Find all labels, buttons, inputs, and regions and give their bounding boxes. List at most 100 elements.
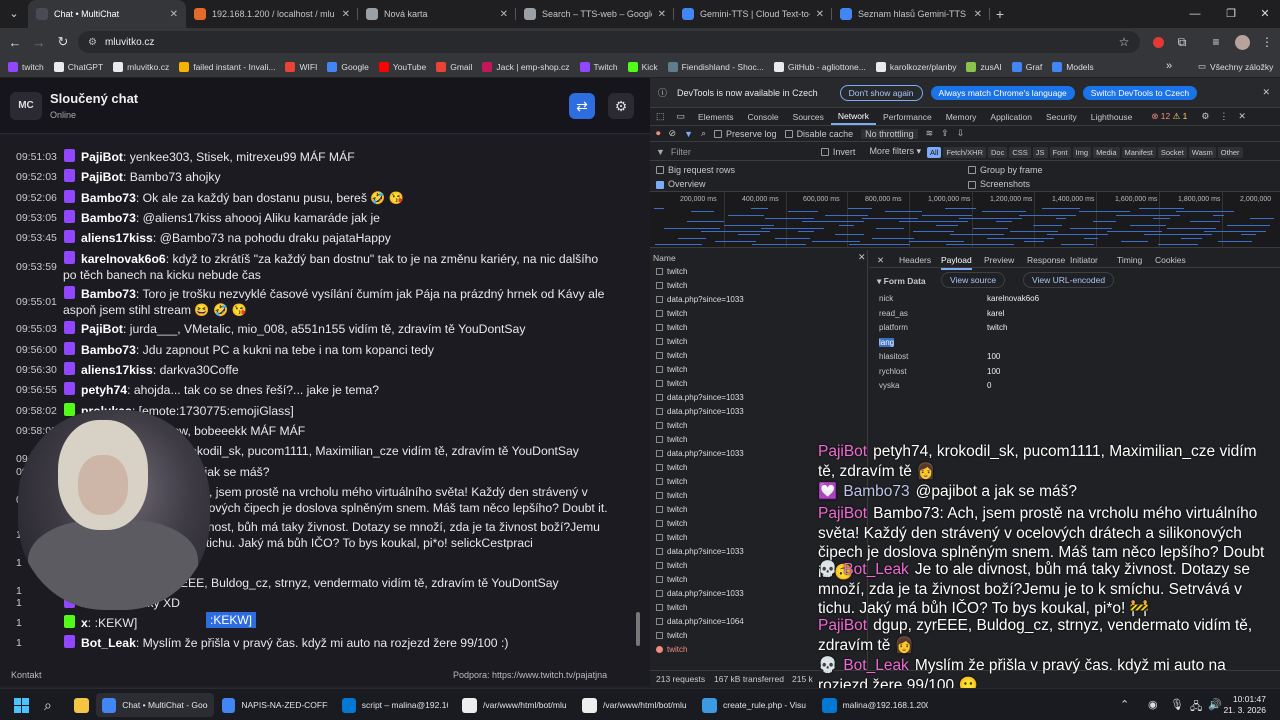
forward-button[interactable]: → [27,35,51,50]
taskbar-app-button[interactable]: create_rule.php - Visu [696,693,814,717]
close-banner-icon[interactable]: ✕ [1262,87,1270,98]
detail-tab[interactable]: Cookies [1155,255,1186,265]
network-overview-timeline[interactable]: 200,000 ms 400,000 ms 600,000 ms 800,000 ms… [650,192,1280,248]
message-user[interactable]: aliens17kiss [81,363,153,377]
big-rows-checkbox[interactable]: Big request rows [656,165,735,175]
form-value[interactable]: 0 [987,381,991,390]
form-value[interactable]: karel [987,309,1004,318]
detail-tab[interactable]: Response [1027,255,1065,265]
request-row[interactable]: data.php?since=1033 [656,292,744,306]
request-row[interactable]: twitch [656,460,687,474]
form-key[interactable]: lang [879,337,895,347]
detail-tab[interactable]: Initiator [1070,255,1098,265]
request-row[interactable]: twitch [656,502,687,516]
tab-close-icon[interactable]: ✕ [500,9,508,20]
message-user[interactable]: petyh74 [81,383,127,397]
wifi-icon[interactable]: ≋ [926,128,934,139]
tab-close-icon[interactable]: ✕ [170,9,178,20]
bookmark-item[interactable]: GitHub - agliottone... [773,61,866,72]
bookmark-item[interactable]: zusAI [966,61,1002,72]
message-user[interactable]: PajiBot [81,322,123,336]
disable-cache-checkbox[interactable]: Disable cache [784,129,853,139]
message-user[interactable]: PajiBot [81,150,123,164]
request-row[interactable]: twitch [656,376,687,390]
filter-icon[interactable]: ▼ [684,129,693,139]
form-value[interactable]: 100 [987,352,1000,361]
message-user[interactable]: x [81,616,88,630]
resource-filter-button[interactable]: CSS [1009,146,1031,158]
filter-input[interactable]: Filter [671,147,815,157]
network-icon[interactable]: 🖧 [1190,698,1202,717]
taskbar-app-button[interactable]: NAPIS-NA-ZED-COFFEE [216,693,334,717]
form-key[interactable]: platform [879,323,908,332]
message-user[interactable]: Bot_Leak [81,636,136,650]
address-bar[interactable]: ⚙ mluvitko.cz [78,31,1140,53]
dont-show-again-button[interactable]: Don't show again [839,84,923,101]
bookmark-item[interactable]: YouTube [378,61,426,72]
request-row[interactable]: data.php?since=1033 [656,586,744,600]
tab-close-icon[interactable]: ✕ [658,9,666,20]
bookmark-item[interactable]: twitch [8,61,44,72]
import-icon[interactable]: ⇪ [941,128,949,139]
bookmark-item[interactable]: Jack | emp-shop.cz [482,61,570,72]
detail-tab[interactable]: Headers [899,255,931,265]
file-explorer-icon[interactable] [68,693,95,717]
devtools-menu-icon[interactable]: ⋮ [1219,111,1228,122]
overview-checkbox[interactable]: Overview [656,179,706,189]
bookmark-item[interactable]: Graf [1011,61,1042,72]
request-row[interactable]: twitch [656,334,687,348]
message-user[interactable]: PajiBot [81,170,123,184]
invert-checkbox[interactable]: Invert [820,147,855,157]
bookmark-item[interactable]: mluvitko.cz [113,61,169,72]
detail-tab[interactable]: Payload [941,255,972,270]
message-user[interactable]: aliens17kiss [81,231,153,245]
bookmark-item[interactable]: WIFI [285,61,317,72]
settings-gear-icon[interactable]: ⚙ [608,93,634,119]
clear-icon[interactable]: ⊘ [669,128,677,139]
bookmark-item[interactable]: Models [1052,61,1094,72]
taskbar-app-button[interactable]: Chat • MultiChat - Goog [96,693,214,717]
resource-filter-button[interactable]: Doc [988,146,1008,158]
request-row[interactable]: twitch [656,516,687,530]
restore-button[interactable]: ❐ [1214,0,1248,28]
request-row[interactable]: twitch [656,348,687,362]
reload-button[interactable]: ↻ [51,34,75,50]
more-filters-button[interactable]: More filters ▾ [869,146,921,157]
record-icon[interactable]: ⏺ [656,128,661,139]
bookmark-item[interactable]: ChatGPT [53,61,103,72]
close-details-icon[interactable]: ✕ [858,252,866,263]
request-row[interactable]: twitch [656,306,687,320]
request-row[interactable]: twitch [656,278,687,292]
request-row[interactable]: twitch [656,572,687,586]
view-source-button[interactable]: View source [941,272,1006,288]
devtools-tab[interactable]: Application [983,108,1039,125]
search-icon[interactable]: ⌕ [701,128,706,139]
resource-filter-button[interactable]: JS [1032,146,1048,158]
throttling-select[interactable]: No throttling [861,128,918,139]
close-window-button[interactable]: ✕ [1248,0,1280,28]
form-key[interactable]: rychlost [879,367,907,376]
devtools-tab[interactable]: Security [1039,108,1084,125]
screenshots-checkbox[interactable]: Screenshots [968,179,1030,189]
form-value[interactable]: twitch [987,323,1007,332]
resource-filter-button[interactable]: Media [1093,146,1120,158]
taskbar-search-icon[interactable]: ⌕ [38,693,58,717]
request-row[interactable]: twitch [656,418,687,432]
match-language-button[interactable]: Always match Chrome's language [930,85,1075,100]
back-button[interactable]: ← [3,35,27,50]
resource-filter-button[interactable]: Manifest [1121,146,1156,158]
request-row[interactable]: data.php?since=1033 [656,404,744,418]
devtools-tab[interactable]: Performance [876,108,939,125]
form-key[interactable]: nick [879,294,893,303]
contact-link[interactable]: Kontakt [11,670,42,680]
request-row[interactable]: data.php?since=1033 [656,390,744,404]
request-row[interactable]: twitch [656,642,687,656]
browser-tab[interactable]: Nová karta ✕ [358,0,516,28]
bookmark-item[interactable]: Google [327,61,369,72]
form-key[interactable]: vyska [879,381,899,390]
request-row[interactable]: twitch [656,628,687,642]
browser-tab[interactable]: Gemini-TTS | Cloud Text-to-Sp ✕ [674,0,832,28]
bookmark-item[interactable]: failed instant - Invali... [179,61,275,72]
message-user[interactable]: Bambo73 [81,287,136,301]
tab-close-icon[interactable]: ✕ [816,9,824,20]
